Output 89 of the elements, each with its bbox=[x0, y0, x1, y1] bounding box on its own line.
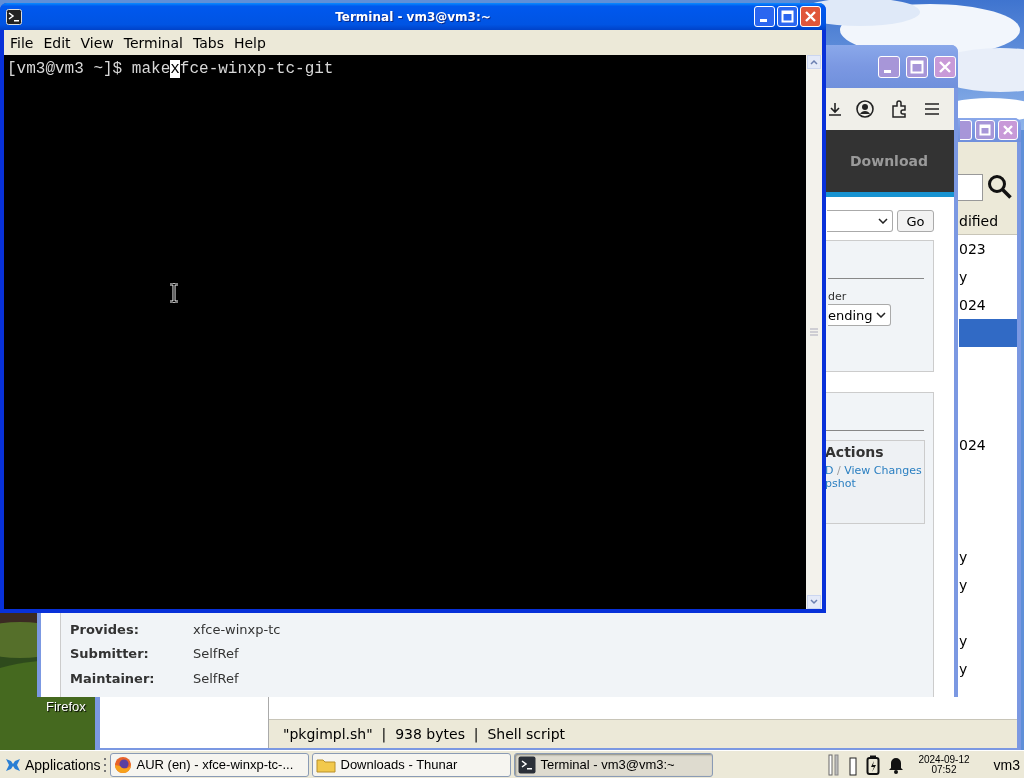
maximize-icon bbox=[910, 59, 924, 74]
menu-item[interactable]: Tabs bbox=[188, 34, 230, 51]
browser-icon bbox=[113, 755, 132, 774]
scroll-up-button[interactable] bbox=[807, 55, 821, 69]
field-label: der bbox=[828, 290, 848, 303]
detail-value: SelfRef bbox=[193, 669, 240, 688]
bell-icon[interactable] bbox=[888, 755, 905, 774]
close-icon bbox=[938, 59, 952, 74]
table-cell: 023 bbox=[959, 241, 986, 257]
column-header[interactable]: dified bbox=[959, 213, 999, 229]
menu-icon[interactable] bbox=[924, 102, 940, 116]
table-row[interactable]: y bbox=[959, 655, 1017, 683]
section-heading: Actions bbox=[825, 444, 885, 460]
table-cell: y bbox=[959, 577, 968, 593]
maximize-button[interactable] bbox=[777, 6, 798, 27]
minimize-button[interactable] bbox=[960, 120, 972, 140]
maximize-icon bbox=[979, 124, 991, 136]
chevron-down-icon bbox=[810, 599, 818, 605]
close-button[interactable] bbox=[934, 55, 956, 78]
table-cell: 024 bbox=[959, 297, 986, 313]
table-row[interactable]: 024 bbox=[959, 291, 1017, 319]
table-row[interactable]: y bbox=[959, 627, 1017, 655]
table-cell: y bbox=[959, 633, 968, 649]
download-icon[interactable] bbox=[828, 102, 842, 116]
maximize-button[interactable] bbox=[906, 55, 928, 78]
taskbar-button[interactable]: Downloads - Thunar bbox=[311, 752, 511, 777]
link[interactable]: pshot bbox=[825, 477, 924, 490]
table-row[interactable]: y bbox=[959, 543, 1017, 571]
table-row[interactable]: y bbox=[959, 571, 1017, 599]
table-cell: 024 bbox=[959, 437, 986, 453]
chevron-down-icon bbox=[878, 218, 888, 224]
table-row[interactable]: y bbox=[959, 263, 1017, 291]
search-icon[interactable] bbox=[987, 174, 1013, 200]
table-cell: y bbox=[959, 269, 968, 285]
account-icon[interactable] bbox=[856, 100, 874, 118]
link[interactable]: View Changes bbox=[844, 464, 922, 477]
applications-menu-button[interactable]: Applications bbox=[0, 751, 103, 778]
desktop-icon-label[interactable]: Firefox bbox=[46, 699, 86, 714]
table-row[interactable]: 024 bbox=[959, 431, 1017, 459]
menu-item[interactable]: Terminal bbox=[119, 34, 189, 51]
menu-item[interactable]: File bbox=[6, 34, 40, 51]
table-cell: y bbox=[959, 661, 968, 677]
go-button[interactable]: Go bbox=[897, 210, 934, 232]
detail-label: Provides: bbox=[70, 620, 140, 639]
close-icon bbox=[1002, 124, 1014, 136]
minimize-button[interactable] bbox=[754, 6, 775, 27]
link-separator: / bbox=[835, 464, 842, 477]
table-row[interactable]: 023 bbox=[959, 235, 1017, 263]
terminal-icon bbox=[517, 755, 536, 774]
minimize-icon bbox=[760, 19, 767, 22]
detail-label: Maintainer: bbox=[70, 669, 156, 688]
grip-icon bbox=[102, 756, 107, 773]
nav-link[interactable]: Download bbox=[849, 153, 928, 169]
taskbar-button[interactable]: AUR (en) - xfce-winxp-tc-... bbox=[109, 752, 309, 777]
minimize-button[interactable] bbox=[878, 55, 900, 78]
maximize-button[interactable] bbox=[975, 120, 995, 140]
maximize-icon bbox=[781, 10, 794, 23]
chevron-down-icon bbox=[876, 312, 886, 318]
sort-dropdown[interactable]: ending bbox=[828, 304, 891, 326]
menu-item[interactable]: View bbox=[76, 34, 120, 51]
terminal-line: [vm3@vm3 ~]$ makexfce-winxp-tc-git bbox=[7, 59, 334, 80]
close-icon bbox=[804, 10, 817, 23]
battery-icon bbox=[866, 754, 881, 775]
detail-label: Submitter: bbox=[70, 645, 150, 663]
clock-date: 2024-09-12 bbox=[918, 754, 970, 765]
detail-value: xfce-winxp-tc bbox=[193, 620, 282, 639]
window-title: Terminal - vm3@vm3:~ bbox=[334, 9, 492, 24]
clock-time: 07:52 bbox=[931, 764, 957, 775]
table-cell: y bbox=[959, 549, 968, 565]
menu-item[interactable]: Help bbox=[229, 34, 272, 51]
puzzle-icon[interactable] bbox=[890, 100, 908, 118]
detail-value: SelfRef bbox=[193, 645, 240, 663]
search-field[interactable] bbox=[956, 173, 983, 201]
close-button[interactable] bbox=[998, 120, 1018, 140]
menu-item[interactable]: Edit bbox=[39, 34, 77, 51]
user-name[interactable]: vm3 bbox=[993, 756, 1020, 773]
chevron-up-icon bbox=[810, 59, 818, 65]
scroll-down-button[interactable] bbox=[807, 595, 821, 609]
minimize-icon bbox=[884, 69, 891, 73]
grip-icon bbox=[810, 328, 818, 336]
link[interactable]: D bbox=[825, 464, 834, 477]
terminal-icon bbox=[6, 8, 22, 25]
status-bar: "pkgimpl.sh" | 938 bytes | Shell script bbox=[269, 719, 1017, 748]
text-cursor-icon bbox=[169, 283, 179, 303]
dropdown[interactable] bbox=[827, 210, 893, 232]
folder-icon bbox=[315, 756, 336, 773]
scrollbar[interactable] bbox=[806, 55, 822, 609]
close-button[interactable] bbox=[800, 6, 821, 27]
taskbar-button[interactable]: Terminal - vm3@vm3:~ bbox=[513, 752, 713, 777]
